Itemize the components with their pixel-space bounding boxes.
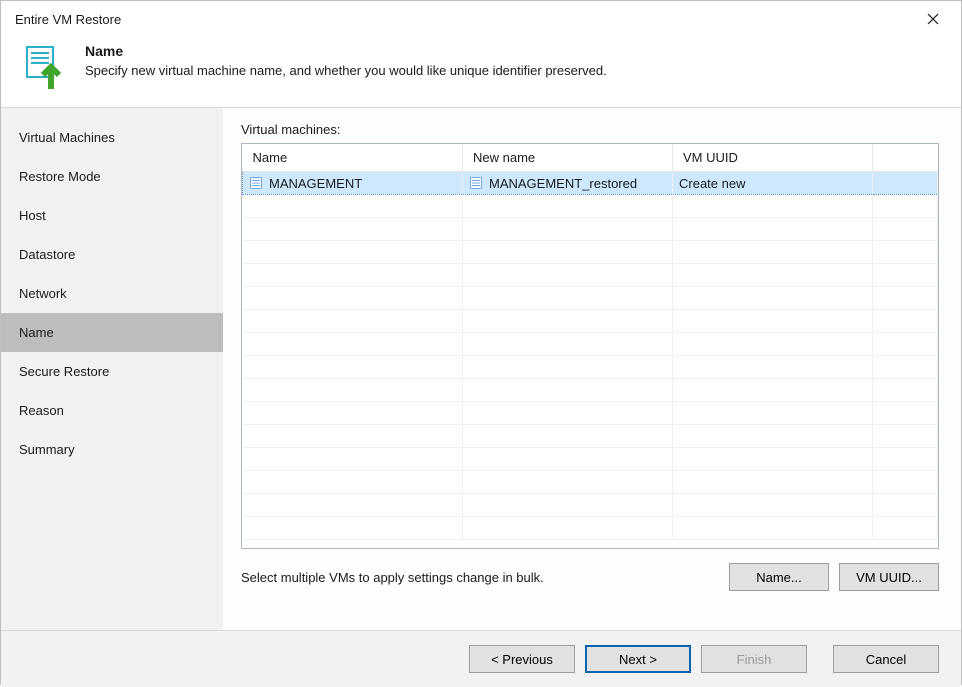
table-row-empty: [243, 448, 938, 471]
sidebar-item-datastore[interactable]: Datastore: [1, 235, 223, 274]
step-description: Specify new virtual machine name, and wh…: [85, 63, 607, 78]
sidebar-item-secure-restore[interactable]: Secure Restore: [1, 352, 223, 391]
sidebar-item-virtual-machines[interactable]: Virtual Machines: [1, 118, 223, 157]
vm-table[interactable]: Name New name VM UUID MANAGEMENT: [241, 143, 939, 549]
table-row-empty: [243, 310, 938, 333]
sidebar-item-reason[interactable]: Reason: [1, 391, 223, 430]
wizard-footer: < Previous Next > Finish Cancel: [1, 631, 961, 687]
vm-icon: [249, 176, 263, 190]
bulk-hint: Select multiple VMs to apply settings ch…: [241, 570, 719, 585]
previous-button[interactable]: < Previous: [469, 645, 575, 673]
table-row-empty: [243, 402, 938, 425]
table-row[interactable]: MANAGEMENT MANAGEMENT_restored Create ne…: [243, 172, 938, 195]
table-row-empty: [243, 425, 938, 448]
col-name[interactable]: Name: [243, 144, 463, 172]
close-button[interactable]: [913, 5, 953, 33]
sidebar-item-host[interactable]: Host: [1, 196, 223, 235]
table-row-empty: [243, 287, 938, 310]
main-panel: Virtual machines: Name New name VM UUID: [223, 108, 961, 630]
cell-uuid: Create new: [673, 172, 873, 195]
finish-button: Finish: [701, 645, 807, 673]
col-spacer: [873, 144, 938, 172]
wizard-header: Name Specify new virtual machine name, a…: [1, 37, 961, 107]
table-row-empty: [243, 195, 938, 218]
next-button[interactable]: Next >: [585, 645, 691, 673]
table-row-empty: [243, 241, 938, 264]
table-row-empty: [243, 264, 938, 287]
sidebar-item-name[interactable]: Name: [1, 313, 223, 352]
table-row-empty: [243, 517, 938, 540]
table-row-empty: [243, 471, 938, 494]
sidebar-item-network[interactable]: Network: [1, 274, 223, 313]
table-row-empty: [243, 356, 938, 379]
sidebar-item-summary[interactable]: Summary: [1, 430, 223, 469]
cancel-button[interactable]: Cancel: [833, 645, 939, 673]
titlebar: Entire VM Restore: [1, 1, 961, 37]
vm-list-label: Virtual machines:: [241, 122, 939, 137]
window-title: Entire VM Restore: [15, 12, 121, 27]
wizard-body: Virtual Machines Restore Mode Host Datas…: [1, 107, 961, 631]
vm-uuid-button[interactable]: VM UUID...: [839, 563, 939, 591]
cell-new-name: MANAGEMENT_restored: [489, 176, 637, 191]
table-row-empty: [243, 494, 938, 517]
helper-row: Select multiple VMs to apply settings ch…: [241, 563, 939, 591]
table-row-empty: [243, 218, 938, 241]
table-header-row: Name New name VM UUID: [243, 144, 938, 172]
vm-icon: [469, 176, 483, 190]
table-row-empty: [243, 333, 938, 356]
close-icon: [927, 13, 939, 25]
col-new-name[interactable]: New name: [463, 144, 673, 172]
step-title: Name: [85, 43, 607, 59]
step-sidebar: Virtual Machines Restore Mode Host Datas…: [1, 108, 223, 630]
sidebar-item-restore-mode[interactable]: Restore Mode: [1, 157, 223, 196]
name-button[interactable]: Name...: [729, 563, 829, 591]
col-vm-uuid[interactable]: VM UUID: [673, 144, 873, 172]
restore-icon: [21, 43, 69, 91]
cell-name: MANAGEMENT: [269, 176, 362, 191]
table-row-empty: [243, 379, 938, 402]
